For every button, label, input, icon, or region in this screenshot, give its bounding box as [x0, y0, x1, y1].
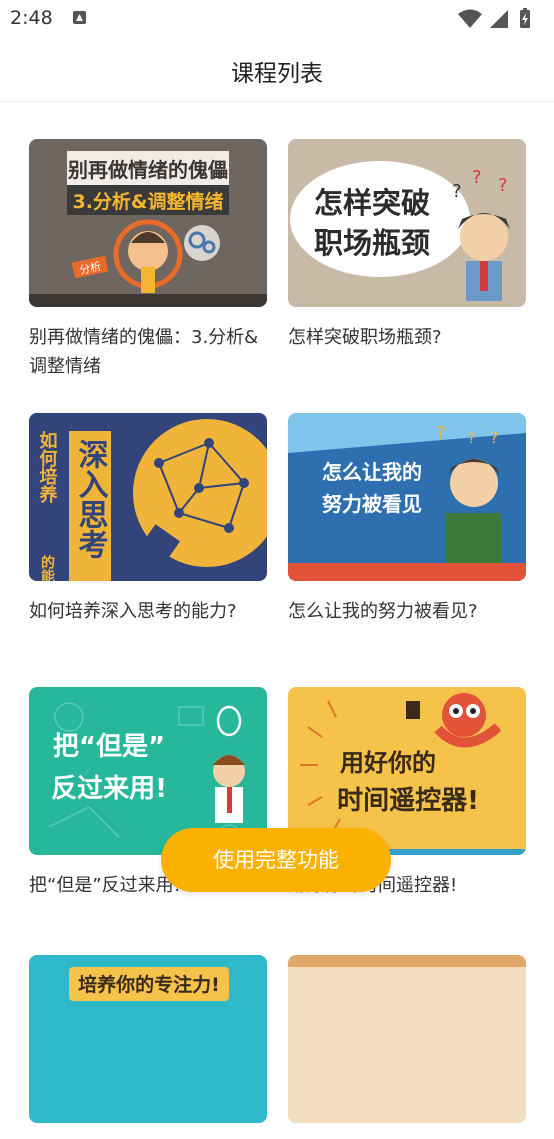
course-card[interactable]: 培养你的专注力! [29, 955, 267, 1139]
course-card[interactable]: 别再做情绪的傀儡 3.分析&调整情绪 分析 别再做情绪的傀儡：3.分析&调整情绪 [29, 139, 267, 381]
thumb-text: 反过来用! [51, 774, 167, 804]
thumb-text: 别再做情绪的傀儡 [67, 158, 228, 182]
notification-icon [73, 11, 86, 24]
use-full-features-button[interactable]: 使用完整功能 [161, 828, 391, 892]
course-thumbnail: 如何培养 深入思考 的能 [29, 413, 267, 581]
course-thumbnail: 培养你的专注力! [29, 955, 267, 1123]
thumb-text: 职场瓶颈 [314, 226, 430, 260]
course-card[interactable]: 如何培养 深入思考 的能 如何培养深入思考的能力? [29, 413, 267, 626]
course-thumbnail: 怎样突破 职场瓶颈 ? ? ? [288, 139, 526, 307]
thumb-text: 把“但是” [53, 732, 165, 762]
course-title: 如何培养深入思考的能力? [29, 601, 237, 622]
course-card[interactable]: 怎样突破 职场瓶颈 ? ? ? 怎样突破职场瓶颈? [288, 139, 526, 352]
signal-icon [490, 10, 508, 28]
app-bar: 课程列表 [0, 38, 554, 102]
status-time: 2:48 [10, 7, 53, 29]
svg-text:?: ? [490, 428, 499, 447]
course-title: 别再做情绪的傀儡：3.分析&调整情绪 [29, 327, 259, 377]
course-thumbnail [288, 955, 526, 1123]
course-card[interactable]: 怎么让我的 努力被看见 ? ? ? 怎么让我的努力被看见? [288, 413, 526, 626]
system-status-icons [458, 8, 530, 28]
thumb-text: 的能 [39, 554, 55, 581]
course-title: 怎么让我的努力被看见? [288, 601, 478, 622]
wifi-icon [458, 9, 482, 28]
svg-text:?: ? [468, 431, 475, 447]
thumb-text: 3.分析&调整情绪 [72, 190, 223, 213]
battery-icon [520, 8, 530, 28]
page-title: 课程列表 [231, 61, 323, 87]
course-thumbnail: 别再做情绪的傀儡 3.分析&调整情绪 分析 [29, 139, 267, 307]
thumb-text: 努力被看见 [322, 492, 422, 516]
course-title: 怎样突破职场瓶颈? [288, 327, 442, 348]
svg-text:?: ? [436, 423, 446, 444]
status-bar: 2:48 [0, 0, 554, 38]
course-thumbnail: 怎么让我的 努力被看见 ? ? ? [288, 413, 526, 581]
thumb-text: 用好你的 [340, 749, 436, 777]
svg-text:?: ? [498, 175, 508, 196]
thumb-text: 时间遥控器! [337, 786, 479, 816]
svg-text:?: ? [452, 181, 462, 202]
thumb-text: 如何培养 [37, 430, 59, 504]
thumb-text: 深入思考 [73, 439, 109, 559]
course-card[interactable] [288, 955, 526, 1139]
svg-text:?: ? [472, 167, 482, 188]
thumb-text: 怎样突破 [314, 186, 430, 220]
thumb-text: 怎么让我的 [322, 460, 422, 484]
